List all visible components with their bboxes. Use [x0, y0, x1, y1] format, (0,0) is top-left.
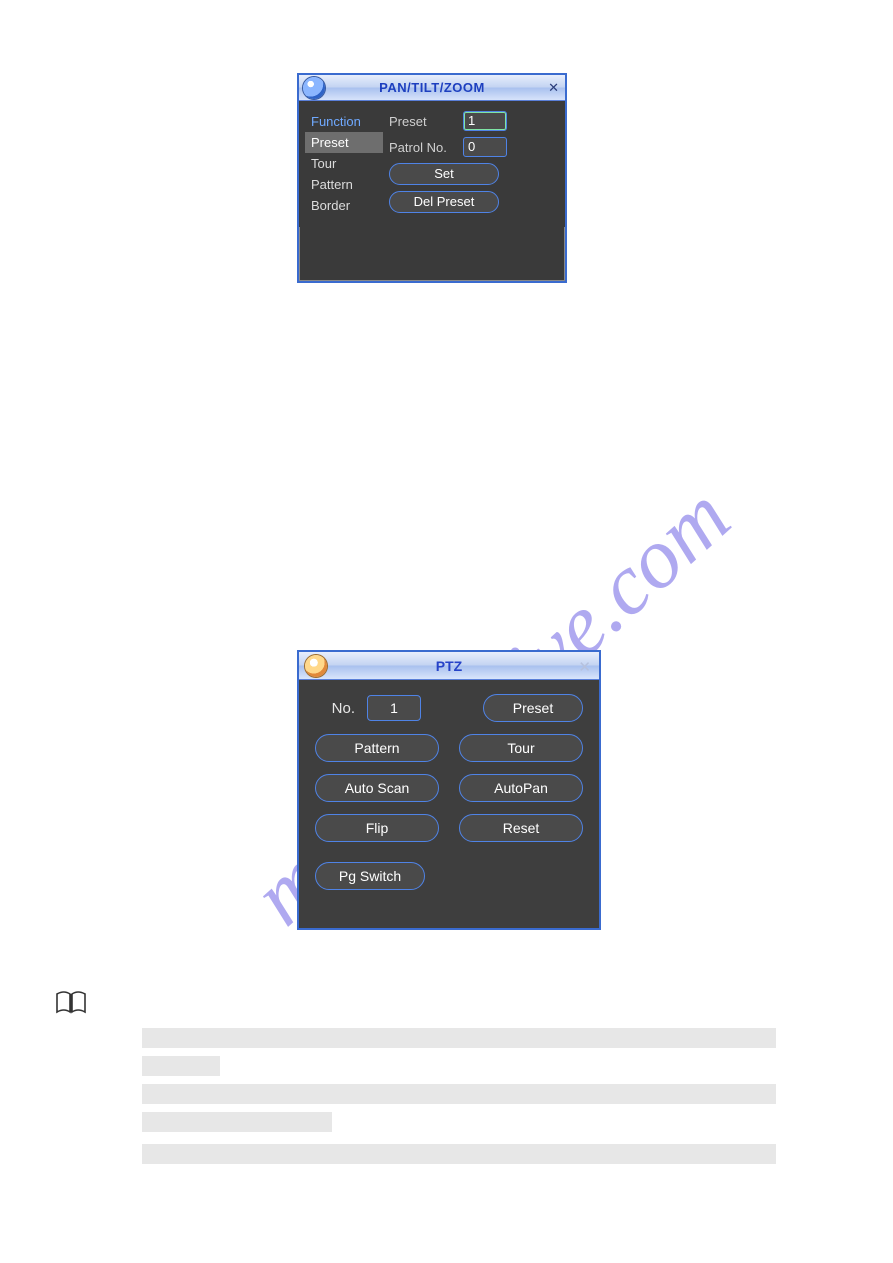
patrol-no-label: Patrol No.: [389, 140, 457, 155]
redacted-bar: [142, 1056, 220, 1076]
button-grid: Pattern Tour Auto Scan AutoPan Flip Rese…: [315, 734, 583, 842]
set-button[interactable]: Set: [389, 163, 499, 185]
dialog-body: No. 1 Preset Pattern Tour Auto Scan Auto…: [299, 680, 599, 900]
del-preset-button[interactable]: Del Preset: [389, 191, 499, 213]
auto-scan-button[interactable]: Auto Scan: [315, 774, 439, 802]
preset-form: Preset 1 Patrol No. 0 Set Del Preset: [389, 111, 557, 219]
function-sidebar: Function Preset Tour Pattern Border: [305, 111, 383, 219]
autopan-button[interactable]: AutoPan: [459, 774, 583, 802]
dialog-title: PTZ: [299, 658, 599, 674]
sidebar-item-border[interactable]: Border: [305, 195, 383, 216]
pg-switch-button[interactable]: Pg Switch: [315, 862, 425, 890]
dialog-title: PAN/TILT/ZOOM: [299, 80, 565, 95]
no-label: No.: [315, 700, 355, 717]
sidebar-item-tour[interactable]: Tour: [305, 153, 383, 174]
ptz-control-dialog: PTZ ✕ No. 1 Preset Pattern Tour Auto Sca…: [297, 650, 601, 930]
preset-input[interactable]: 1: [463, 111, 507, 131]
dialog-body: Function Preset Tour Pattern Border Pres…: [299, 101, 565, 227]
dialog-titlebar: PAN/TILT/ZOOM ✕: [299, 75, 565, 101]
reset-button[interactable]: Reset: [459, 814, 583, 842]
redacted-bar: [142, 1144, 776, 1164]
tour-button[interactable]: Tour: [459, 734, 583, 762]
sidebar-item-pattern[interactable]: Pattern: [305, 174, 383, 195]
preset-label: Preset: [389, 114, 457, 129]
note-book-icon: [56, 990, 86, 1014]
redacted-bar: [142, 1084, 776, 1104]
flip-button[interactable]: Flip: [315, 814, 439, 842]
close-button[interactable]: ✕: [548, 80, 559, 96]
patrol-no-input[interactable]: 0: [463, 137, 507, 157]
redacted-bar: [142, 1028, 776, 1048]
preset-button[interactable]: Preset: [483, 694, 583, 722]
number-row: No. 1 Preset: [315, 694, 583, 722]
close-button[interactable]: ✕: [578, 658, 591, 676]
ptz-config-dialog: PAN/TILT/ZOOM ✕ Function Preset Tour Pat…: [297, 73, 567, 283]
no-input[interactable]: 1: [367, 695, 421, 721]
redacted-bar: [142, 1112, 332, 1132]
sidebar-item-function[interactable]: Function: [305, 111, 383, 132]
sidebar-item-preset[interactable]: Preset: [305, 132, 383, 153]
pattern-button[interactable]: Pattern: [315, 734, 439, 762]
dialog-titlebar: PTZ ✕: [299, 652, 599, 680]
